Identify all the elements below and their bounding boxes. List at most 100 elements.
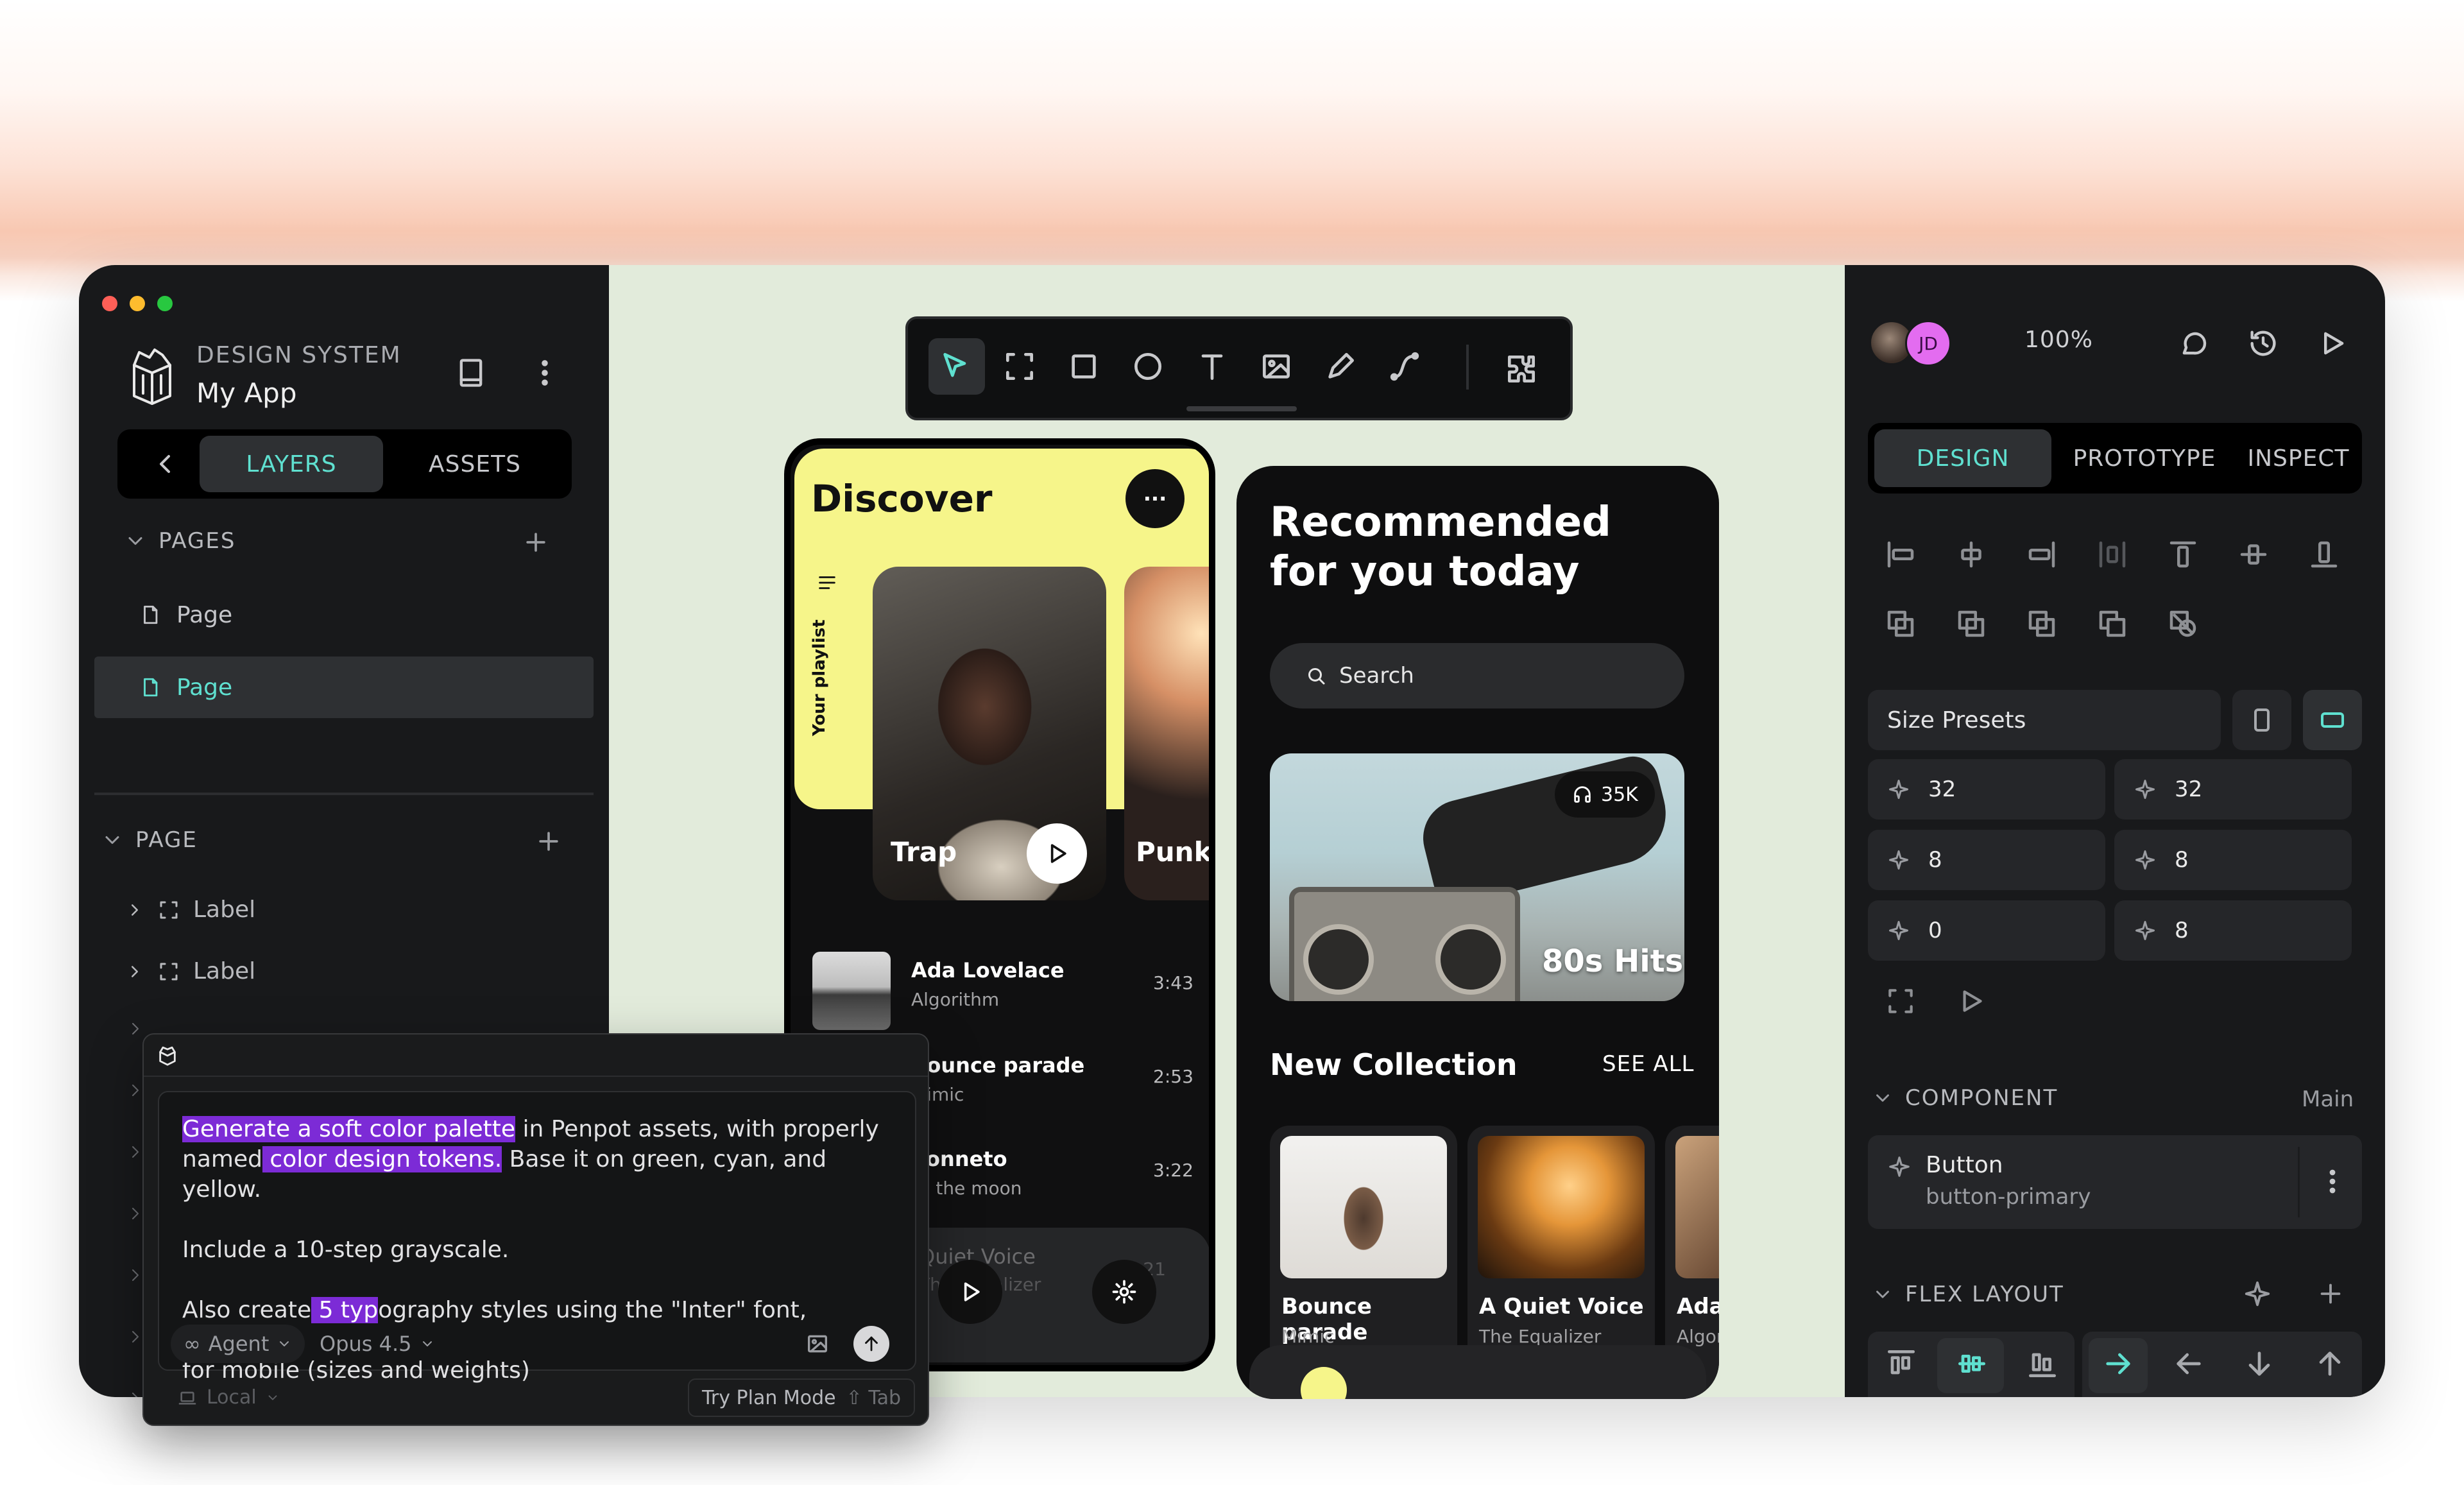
- align-v-center-icon[interactable]: [2236, 537, 2271, 572]
- search-input[interactable]: Search: [1270, 643, 1684, 708]
- add-page-icon[interactable]: [522, 528, 550, 556]
- component-header[interactable]: COMPONENT: [1872, 1085, 2058, 1111]
- close-window-button[interactable]: [102, 296, 117, 311]
- zoom-level[interactable]: 100%: [2024, 327, 2093, 353]
- justify-center-icon[interactable]: [1954, 1346, 1990, 1382]
- portrait-button[interactable]: [2232, 690, 2291, 750]
- text-icon[interactable]: [1194, 348, 1230, 384]
- page-item-selected[interactable]: Page: [94, 657, 594, 718]
- chevron-down-icon: [1876, 1291, 1889, 1298]
- size-presets-select[interactable]: Size Presets: [1868, 690, 2221, 750]
- pointer-icon[interactable]: [937, 348, 973, 384]
- component-menu-icon[interactable]: [2317, 1166, 2348, 1197]
- align-right-icon[interactable]: [2024, 537, 2059, 572]
- layer-item[interactable]: Label: [125, 958, 255, 984]
- track-artist: Algorithm: [911, 989, 1000, 1010]
- plugins-icon[interactable]: [1503, 351, 1539, 387]
- tool-row: [937, 348, 1423, 384]
- toolbar-drag-handle[interactable]: [1186, 406, 1297, 411]
- ellipse-icon[interactable]: [1130, 348, 1166, 384]
- attach-image-icon[interactable]: [805, 1331, 830, 1357]
- tab-inspect[interactable]: INSPECT: [2237, 429, 2359, 487]
- arrow-left-icon[interactable]: [2171, 1346, 2207, 1382]
- tab-assets[interactable]: ASSETS: [383, 436, 567, 492]
- clip-content-icon[interactable]: [1885, 985, 1917, 1017]
- align-bottom-icon[interactable]: [2307, 537, 2341, 572]
- bool-difference-icon[interactable]: [1954, 606, 1989, 641]
- flex-layout-header[interactable]: FLEX LAYOUT: [1872, 1282, 2064, 1307]
- flatten-icon[interactable]: [2166, 606, 2200, 641]
- pages-header[interactable]: PAGES: [124, 528, 235, 554]
- flex-token-icon[interactable]: [2243, 1279, 2272, 1309]
- height-field[interactable]: 32: [2114, 759, 2352, 820]
- back-chevron-icon[interactable]: [150, 449, 180, 479]
- image-icon[interactable]: [1258, 348, 1294, 384]
- send-button[interactable]: [853, 1326, 889, 1362]
- justify-start-icon[interactable]: [1883, 1346, 1919, 1382]
- bool-union-icon[interactable]: [1883, 606, 1918, 641]
- play-pause-button[interactable]: [938, 1260, 1002, 1324]
- avatar-initials[interactable]: JD: [1905, 320, 1951, 366]
- align-h-center-icon[interactable]: [1954, 537, 1989, 572]
- book-icon[interactable]: [454, 356, 488, 390]
- path-icon[interactable]: [1387, 348, 1423, 384]
- landscape-button[interactable]: [2303, 690, 2362, 750]
- hero-card[interactable]: 35K 80s Hits: [1270, 753, 1684, 1001]
- pencil-icon[interactable]: [1322, 348, 1358, 384]
- tab-layers[interactable]: LAYERS: [200, 436, 383, 492]
- now-playing-bar[interactable]: Quiet Voice The Equalizer 5:21: [893, 1228, 1209, 1362]
- play-icon[interactable]: [2316, 327, 2349, 360]
- radius-field[interactable]: 8: [2114, 900, 2352, 961]
- add-layer-icon[interactable]: [535, 827, 563, 855]
- headphones-icon: [1574, 786, 1591, 803]
- y-field[interactable]: 8: [2114, 830, 2352, 890]
- arrow-up-icon[interactable]: [2312, 1346, 2348, 1382]
- nav-home-icon[interactable]: [1301, 1367, 1347, 1399]
- page-title: PAGE: [135, 827, 198, 853]
- add-flex-icon[interactable]: [2316, 1279, 2345, 1309]
- align-top-icon[interactable]: [2166, 537, 2200, 572]
- zoom-window-button[interactable]: [157, 296, 173, 311]
- arrow-right-icon[interactable]: [2100, 1346, 2136, 1382]
- play-button[interactable]: [1027, 823, 1087, 884]
- punk-card[interactable]: Punk: [1124, 567, 1209, 900]
- trap-card[interactable]: Trap: [873, 567, 1106, 900]
- component-card[interactable]: Button button-primary: [1868, 1135, 2362, 1229]
- justify-end-icon[interactable]: [2024, 1346, 2060, 1382]
- rotation-field[interactable]: 0: [1868, 900, 2105, 961]
- settings-icon[interactable]: [1092, 1260, 1156, 1324]
- tab-prototype[interactable]: PROTOTYPE: [2051, 429, 2237, 487]
- align-left-icon[interactable]: [1883, 537, 1918, 572]
- more-vertical-icon[interactable]: [528, 356, 561, 390]
- minimize-window-button[interactable]: [130, 296, 145, 311]
- width-field[interactable]: 32: [1868, 759, 2105, 820]
- agent-selector[interactable]: ∞ Agent: [171, 1325, 305, 1363]
- history-icon[interactable]: [2246, 327, 2280, 360]
- playlist-icon: [816, 572, 838, 594]
- plan-mode-button[interactable]: Try Plan Mode ⇧ Tab: [688, 1378, 916, 1417]
- prompt-input[interactable]: Generate a soft color palette in Penpot …: [158, 1091, 916, 1384]
- see-all-link[interactable]: SEE ALL: [1602, 1051, 1695, 1077]
- distribute-h-icon[interactable]: [2095, 537, 2130, 572]
- tab-design[interactable]: DESIGN: [1874, 429, 2051, 487]
- page-layers-header[interactable]: PAGE: [101, 827, 198, 853]
- comments-icon[interactable]: [2177, 327, 2211, 360]
- bottom-nav: [1249, 1345, 1706, 1399]
- environment-selector[interactable]: Local: [177, 1386, 280, 1409]
- mockup-recommended[interactable]: Recommended for you today Search 35K 80s …: [1236, 466, 1719, 1399]
- x-field[interactable]: 8: [1868, 830, 2105, 890]
- rectangle-icon[interactable]: [1066, 348, 1102, 384]
- show-in-view-icon[interactable]: [1955, 985, 1987, 1017]
- bool-exclude-icon[interactable]: [2095, 606, 2130, 641]
- more-menu-icon[interactable]: ···: [1125, 469, 1185, 528]
- inspector-tabs: DESIGN PROTOTYPE INSPECT: [1868, 423, 2362, 494]
- page-item[interactable]: Page: [120, 586, 569, 644]
- arrow-down-icon[interactable]: [2241, 1346, 2277, 1382]
- board-icon[interactable]: [1002, 348, 1038, 384]
- model-selector[interactable]: Opus 4.5: [320, 1325, 435, 1363]
- layer-item[interactable]: Label: [125, 897, 255, 923]
- album-artist: Algor: [1677, 1326, 1719, 1347]
- bool-intersection-icon[interactable]: [2024, 606, 2059, 641]
- chevron-right-icon: [132, 904, 138, 916]
- album-art: [1280, 1136, 1447, 1278]
